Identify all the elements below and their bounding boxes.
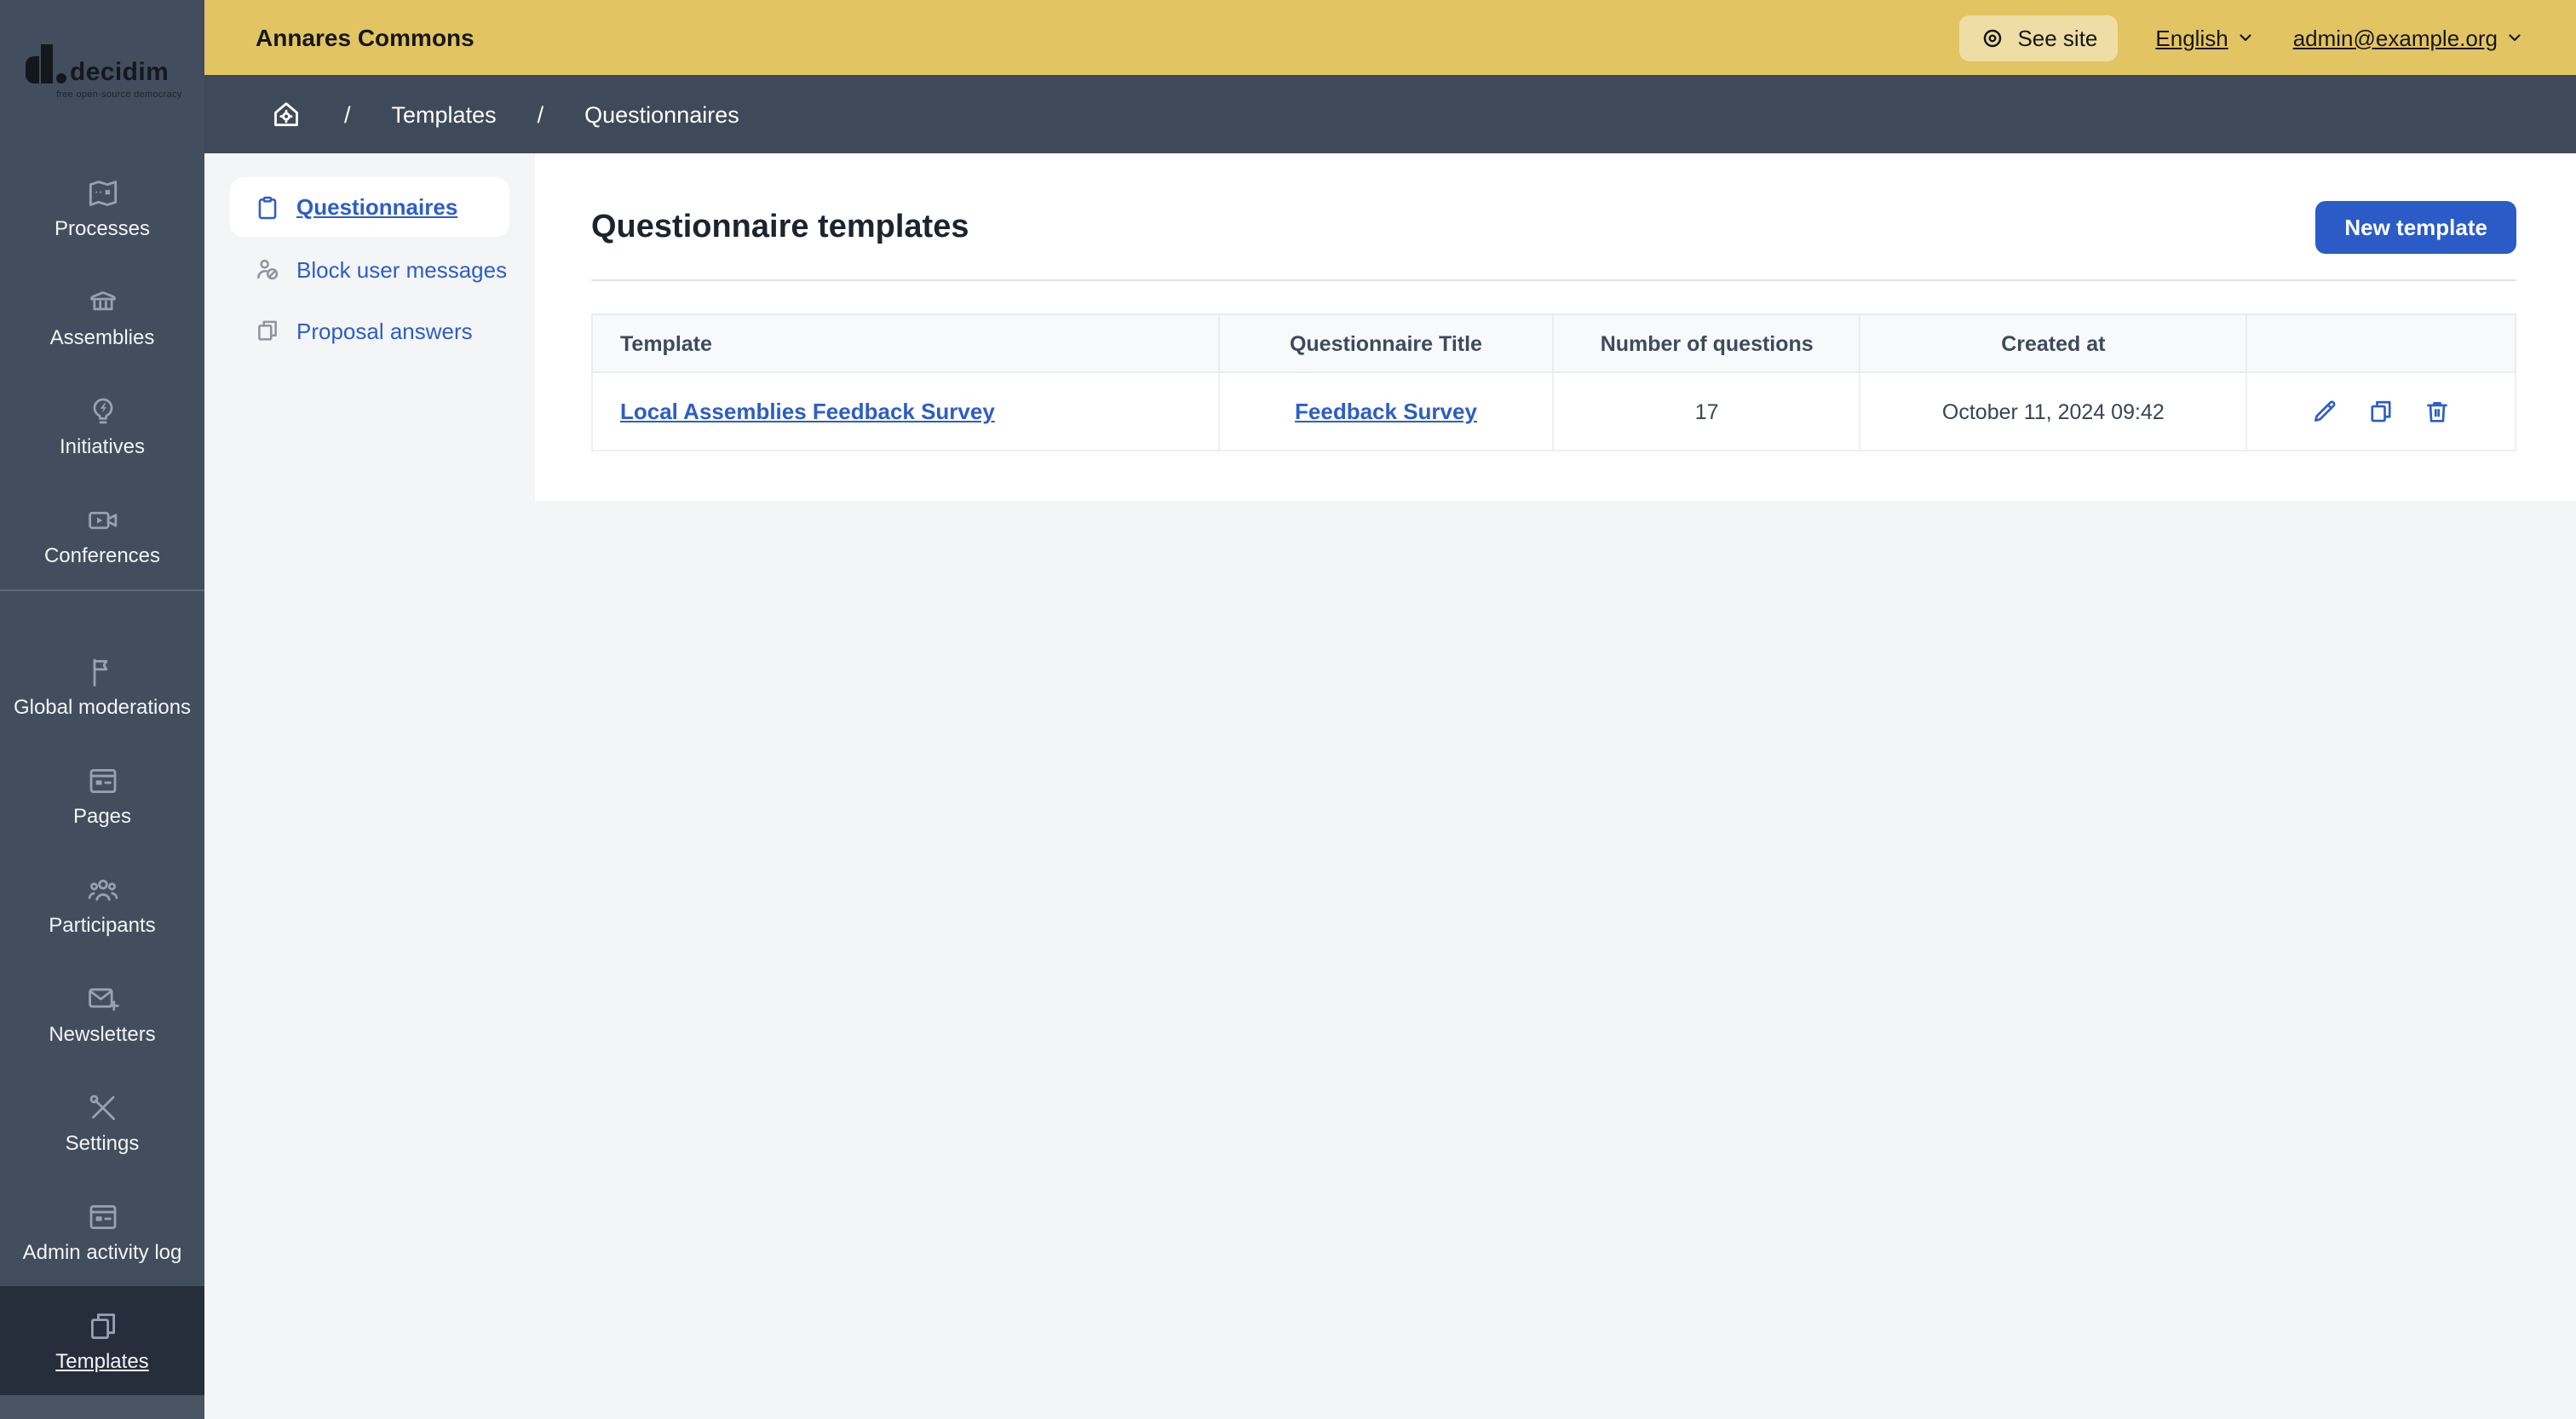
column-header-questionnaire-title: Questionnaire Title [1217, 313, 1555, 373]
sidebar-item-templates[interactable]: Templates [0, 1286, 204, 1395]
sidebar-item-label: Participants [49, 912, 156, 937]
topbar-right: See site English admin@example.org [1959, 14, 2525, 60]
browser-page-icon [89, 768, 116, 793]
table-row: Local Assemblies Feedback Survey Feedbac… [591, 371, 2516, 451]
sidebar-item-label: Settings [65, 1130, 140, 1155]
logo-bar-1 [26, 56, 39, 83]
table-header-row: Template Questionnaire Title Number of q… [591, 313, 2516, 373]
new-template-button[interactable]: New template [2315, 201, 2516, 254]
breadcrumb-questionnaires[interactable]: Questionnaires [584, 101, 739, 127]
trash-icon [2427, 402, 2448, 422]
sidebar-item-label: Assemblies [49, 325, 155, 349]
sidebar-item-pages[interactable]: Pages [0, 741, 204, 850]
eye-circle-icon [1984, 28, 2002, 47]
sidebar-item-initiatives[interactable]: Initiatives [0, 371, 204, 480]
language-selector[interactable]: English [2155, 25, 2255, 50]
language-label: English [2155, 25, 2228, 50]
flag-icon [92, 658, 107, 687]
sidebar-item-label: Pages [72, 803, 132, 828]
duplicate-button[interactable] [2366, 397, 2395, 426]
column-header-template: Template [591, 313, 1220, 373]
sidebar-item-global-moderations[interactable]: Global moderations [0, 632, 204, 741]
column-header-actions [2245, 313, 2516, 373]
copy-pages-icon [258, 320, 277, 341]
main-header: Questionnaire templates New template [591, 201, 2516, 254]
logo-bar-2 [41, 44, 53, 83]
organization-title: Annares Commons [256, 24, 474, 51]
delete-button[interactable] [2423, 397, 2452, 426]
header-divider [591, 279, 2516, 281]
subnav-item-label: Proposal answers [296, 318, 473, 343]
number-of-questions-cell: 17 [1552, 371, 1861, 451]
browser-page-icon [89, 1204, 116, 1229]
edit-button[interactable] [2310, 397, 2339, 426]
see-site-button[interactable]: See site [1959, 14, 2119, 60]
sidebar-item-admin-activity-log[interactable]: Admin activity log [0, 1177, 204, 1286]
sidebar-group-spaces: Processes Assemblies Initiatives Confere… [0, 153, 204, 589]
subnav-item-block-user-messages[interactable]: Block user messages [230, 238, 509, 300]
sidebar-item-participants[interactable]: Participants [0, 850, 204, 959]
pencil-icon [2314, 400, 2336, 422]
account-label: admin@example.org [2292, 25, 2498, 50]
sidebar-item-label: Templates [55, 1348, 149, 1373]
decidim-logo[interactable]: decidim free open-source democracy [0, 0, 204, 153]
bank-icon [89, 291, 115, 311]
row-actions [2268, 397, 2494, 426]
sidebar-item-label: Global moderations [13, 694, 192, 719]
logo-dot [56, 73, 66, 83]
sidebar-item-label: Initiatives [59, 434, 146, 458]
sidebar-item-label: Conferences [43, 543, 161, 567]
subnav-item-questionnaires[interactable]: Questionnaires [230, 177, 509, 237]
subnav-item-label: Questionnaires [296, 194, 458, 220]
see-site-label: See site [2017, 25, 2098, 50]
breadcrumb: / Templates / Questionnaires [204, 75, 2576, 153]
created-at-cell: October 11, 2024 09:42 [1859, 371, 2248, 451]
sidebar-item-label: Processes [54, 215, 151, 240]
sidebar-item-processes[interactable]: Processes [0, 153, 204, 262]
sidebar-item-settings[interactable]: Settings [0, 1068, 204, 1177]
decidim-admin-screen: Annares Commons See site English admin@e… [0, 0, 2576, 1419]
video-camera-icon [88, 511, 117, 529]
sidebar-item-assemblies[interactable]: Assemblies [0, 262, 204, 371]
main-content: Questionnaire templates New template Tem… [591, 153, 2516, 451]
sidebar-group-admin: Global moderations Pages Participants Ne… [0, 591, 204, 1395]
column-header-number-of-questions: Number of questions [1552, 313, 1861, 373]
logo-tagline: free open-source democracy [56, 90, 182, 101]
questionnaire-title-link[interactable]: Feedback Survey [1295, 399, 1477, 424]
account-menu[interactable]: admin@example.org [2293, 25, 2525, 50]
page-title: Questionnaire templates [591, 209, 969, 244]
sidebar-item-newsletters[interactable]: Newsletters [0, 959, 204, 1068]
questionnaire-templates-table: Template Questionnaire Title Number of q… [591, 313, 2516, 451]
envelope-plus-icon [88, 988, 118, 1011]
logo-wordmark: decidim [70, 58, 170, 87]
templates-subnav: Questionnaires Block user messages Propo… [230, 177, 509, 361]
template-link[interactable]: Local Assemblies Feedback Survey [620, 399, 995, 424]
sidebar-item-label: Newsletters [49, 1021, 156, 1046]
chevron-down-icon [2509, 34, 2521, 42]
subnav-item-proposal-answers[interactable]: Proposal answers [230, 300, 509, 361]
sidebar-footer-area [0, 1395, 204, 1419]
chevron-down-icon [2240, 34, 2251, 42]
sidebar-item-label: Admin activity log [22, 1239, 182, 1264]
clipboard-icon [258, 195, 277, 219]
breadcrumb-templates[interactable]: Templates [392, 101, 497, 127]
people-icon [87, 879, 118, 901]
lightbulb-bolt-icon [92, 398, 112, 424]
topbar: Annares Commons See site English admin@e… [204, 0, 2576, 75]
copy-pages-icon [90, 1313, 114, 1339]
sidebar-item-conferences[interactable]: Conferences [0, 480, 204, 589]
breadcrumb-separator: / [344, 101, 351, 127]
column-header-created-at: Created at [1859, 313, 2248, 373]
sidebar: decidim free open-source democracy Proce… [0, 0, 204, 1419]
home-icon[interactable] [269, 97, 303, 131]
tools-icon [89, 1094, 114, 1120]
breadcrumb-separator: / [537, 101, 544, 127]
copy-pages-icon [2371, 400, 2391, 422]
subnav-item-label: Block user messages [296, 256, 508, 282]
map-icon [88, 180, 117, 206]
decidim-logo-mark: decidim [26, 44, 169, 90]
user-block-icon [257, 259, 279, 280]
